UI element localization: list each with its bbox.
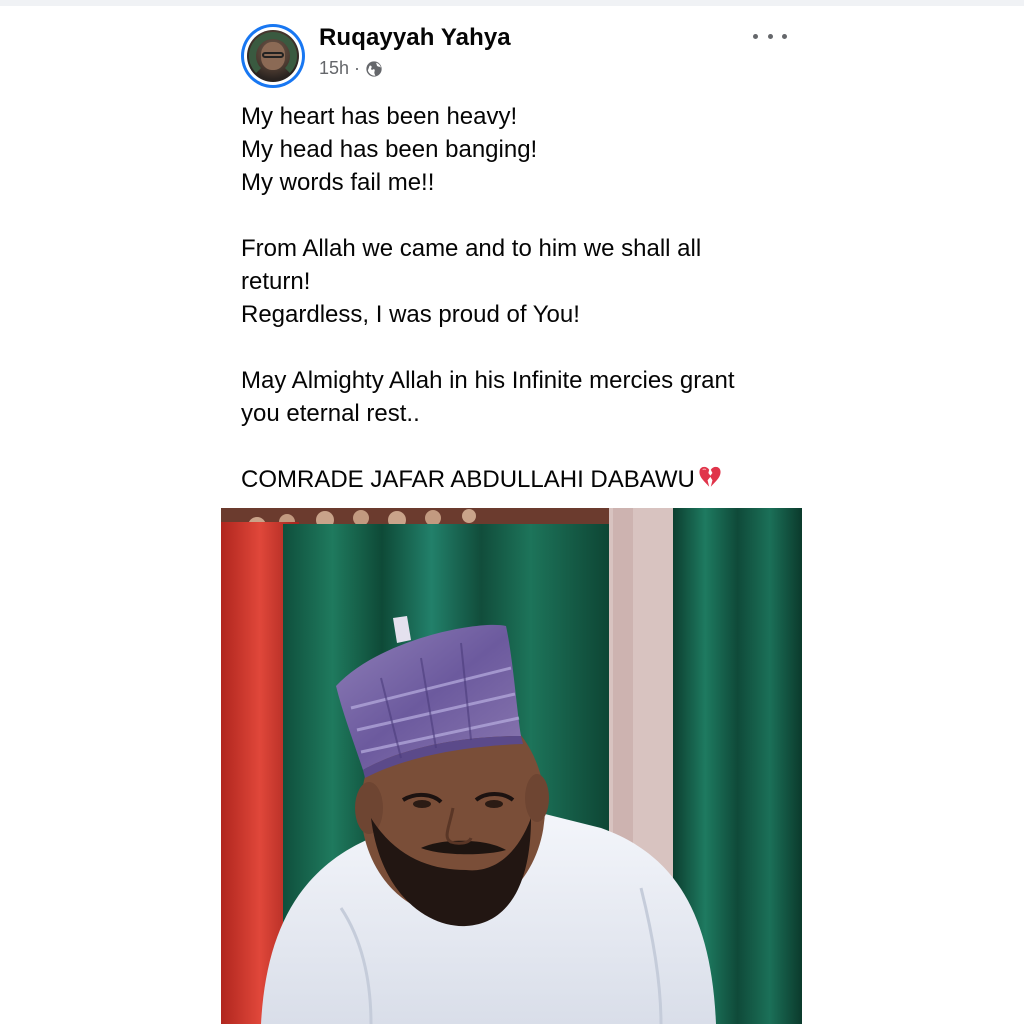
post-photo[interactable] bbox=[221, 508, 802, 1024]
post-message: My heart has been heavy! My head has bee… bbox=[241, 100, 801, 496]
post-meta: 15h · bbox=[319, 58, 383, 79]
post-photo-image bbox=[221, 508, 802, 1024]
message-line: May Almighty Allah in his Infinite merci… bbox=[241, 367, 735, 394]
top-divider bbox=[0, 0, 1024, 6]
broken-heart-icon bbox=[699, 466, 721, 487]
meta-separator: · bbox=[354, 58, 361, 78]
post-time[interactable]: 15h bbox=[319, 58, 349, 79]
more-options-icon[interactable] bbox=[753, 26, 787, 46]
avatar[interactable] bbox=[241, 24, 305, 88]
message-line: Regardless, I was proud of You! bbox=[241, 301, 580, 328]
message-line: return! bbox=[241, 268, 311, 295]
message-line: From Allah we came and to him we shall a… bbox=[241, 235, 702, 262]
author-name[interactable]: Ruqayyah Yahya bbox=[319, 24, 511, 52]
message-line: you eternal rest.. bbox=[241, 400, 420, 427]
post-header: Ruqayyah Yahya 15h · bbox=[241, 20, 791, 92]
globe-icon[interactable] bbox=[365, 60, 383, 78]
message-closing-line: COMRADE JAFAR ABDULLAHI DABAWU bbox=[241, 463, 801, 496]
message-line: My heart has been heavy! bbox=[241, 103, 518, 130]
honoree-name: COMRADE JAFAR ABDULLAHI DABAWU bbox=[241, 466, 695, 493]
message-line: My head has been banging! bbox=[241, 136, 538, 163]
message-line: My words fail me!! bbox=[241, 169, 435, 196]
